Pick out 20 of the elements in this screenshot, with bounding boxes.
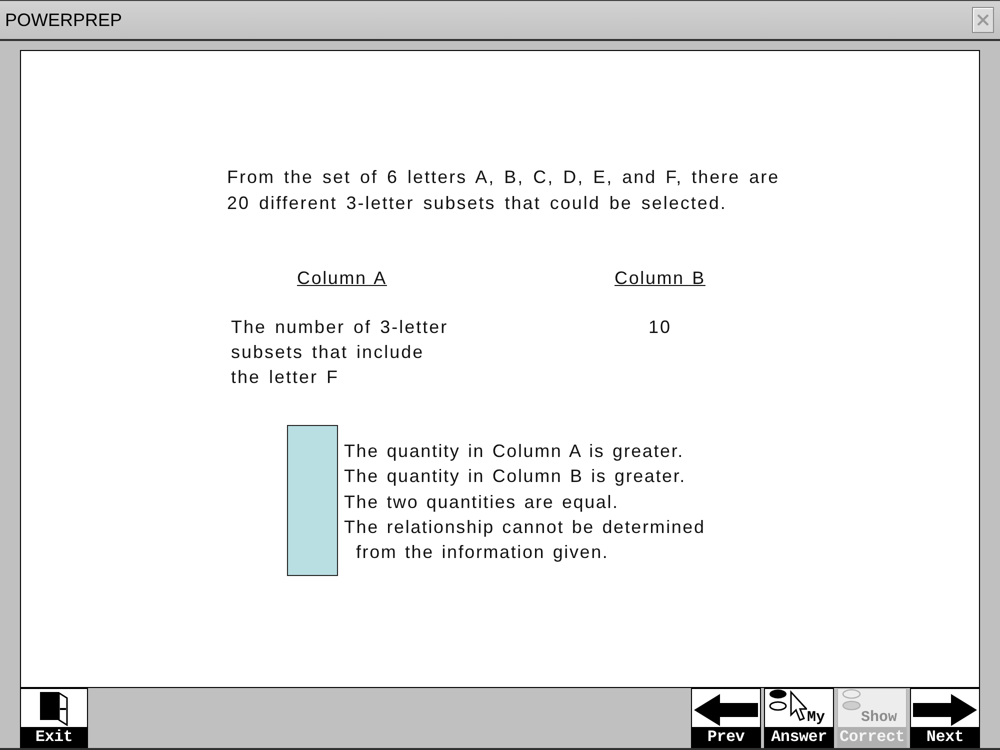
answer-choice: The two quantities are equal.	[344, 490, 620, 514]
close-button[interactable]	[972, 7, 994, 33]
quantity-text: 10	[648, 316, 672, 339]
next-button[interactable]: Next	[910, 688, 980, 748]
quantity-text: The number of 3-letter subsets that include the letter F	[231, 316, 448, 389]
exit-button[interactable]: Exit	[20, 688, 88, 748]
answer-choice: The relationship cannot be determined from the information given.	[344, 516, 706, 564]
door-icon	[40, 692, 68, 726]
bubbles-icon	[842, 689, 861, 711]
close-icon	[977, 14, 989, 26]
answer-choice: The quantity in Column B is greater.	[344, 465, 687, 488]
right-arrow-icon	[913, 694, 977, 726]
question-text: From the set of 6 letters A, B, C, D, E, and F, there are 20 different 3-letter subsets that could be selected.	[227, 166, 781, 215]
column-heading: Column B	[614, 267, 706, 290]
answer-choice: The quantity in Column A is greater.	[344, 440, 685, 463]
prev-button[interactable]: Prev	[691, 688, 761, 748]
left-arrow-icon	[694, 694, 758, 726]
my-answer-button[interactable]: My Answer	[764, 688, 834, 748]
window-title: POWERPREP	[5, 10, 122, 30]
column-heading: Column A	[297, 267, 387, 290]
